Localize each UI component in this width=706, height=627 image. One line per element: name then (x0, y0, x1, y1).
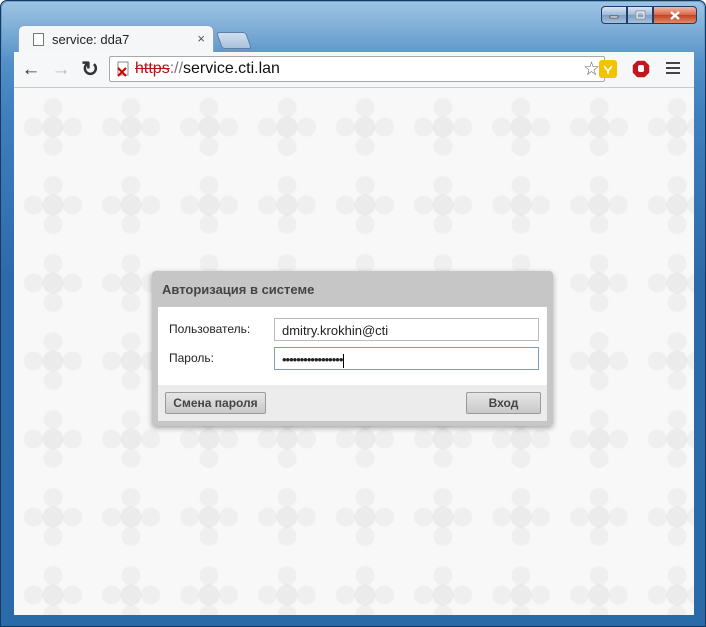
username-label: Пользователь: (169, 322, 251, 336)
window-bottom-border (14, 615, 694, 625)
change-password-button[interactable]: Смена пароля (165, 392, 266, 414)
minimize-button[interactable] (601, 6, 627, 24)
password-value: ••••••••••••••••• (282, 352, 343, 367)
url-text: https://service.cti.lan (135, 60, 280, 78)
text-caret (343, 353, 345, 368)
url-separator: :// (169, 60, 184, 77)
tab-title: service: dda7 (52, 32, 130, 47)
extension-icon[interactable] (599, 60, 617, 78)
dialog-title: Авторизация в системе (162, 282, 315, 297)
maximize-button[interactable] (627, 6, 653, 24)
insecure-lock-icon (117, 61, 129, 77)
minimize-icon (609, 15, 619, 19)
browser-window: service: dda7 × ← → ↻ https://service.ct… (0, 0, 706, 627)
tab-active[interactable]: service: dda7 × (18, 25, 214, 53)
window-controls (601, 6, 697, 26)
maximize-icon (635, 10, 645, 20)
dialog-footer: Смена пароля Вход (158, 385, 547, 421)
url-host: service.cti.lan (183, 60, 280, 77)
login-form: Пользователь: dmitry.krokhin@cti Пароль:… (158, 307, 547, 385)
new-tab-button[interactable] (215, 32, 253, 49)
tab-close-icon[interactable]: × (197, 31, 205, 46)
close-icon (670, 10, 680, 20)
back-icon[interactable]: ← (20, 59, 42, 81)
bookmark-star-icon[interactable]: ☆ (583, 58, 600, 81)
menu-icon[interactable] (666, 62, 680, 77)
url-protocol: https (135, 60, 170, 77)
username-input[interactable]: dmitry.krokhin@cti (274, 318, 539, 341)
password-label: Пароль: (169, 351, 214, 365)
close-button[interactable] (653, 6, 697, 24)
adblock-icon[interactable] (631, 59, 651, 79)
page-icon (33, 33, 44, 46)
login-dialog: Авторизация в системе Пользователь: dmit… (152, 271, 553, 426)
login-button[interactable]: Вход (466, 392, 541, 414)
forward-icon[interactable]: → (50, 59, 72, 81)
browser-toolbar: ← → ↻ https://service.cti.lan ☆ (14, 52, 694, 88)
reload-icon[interactable]: ↻ (79, 57, 101, 82)
username-value: dmitry.krokhin@cti (282, 323, 389, 338)
address-bar[interactable]: https://service.cti.lan ☆ (109, 56, 605, 82)
extension-glyph-icon (603, 65, 613, 74)
password-input[interactable]: ••••••••••••••••• (274, 347, 539, 370)
